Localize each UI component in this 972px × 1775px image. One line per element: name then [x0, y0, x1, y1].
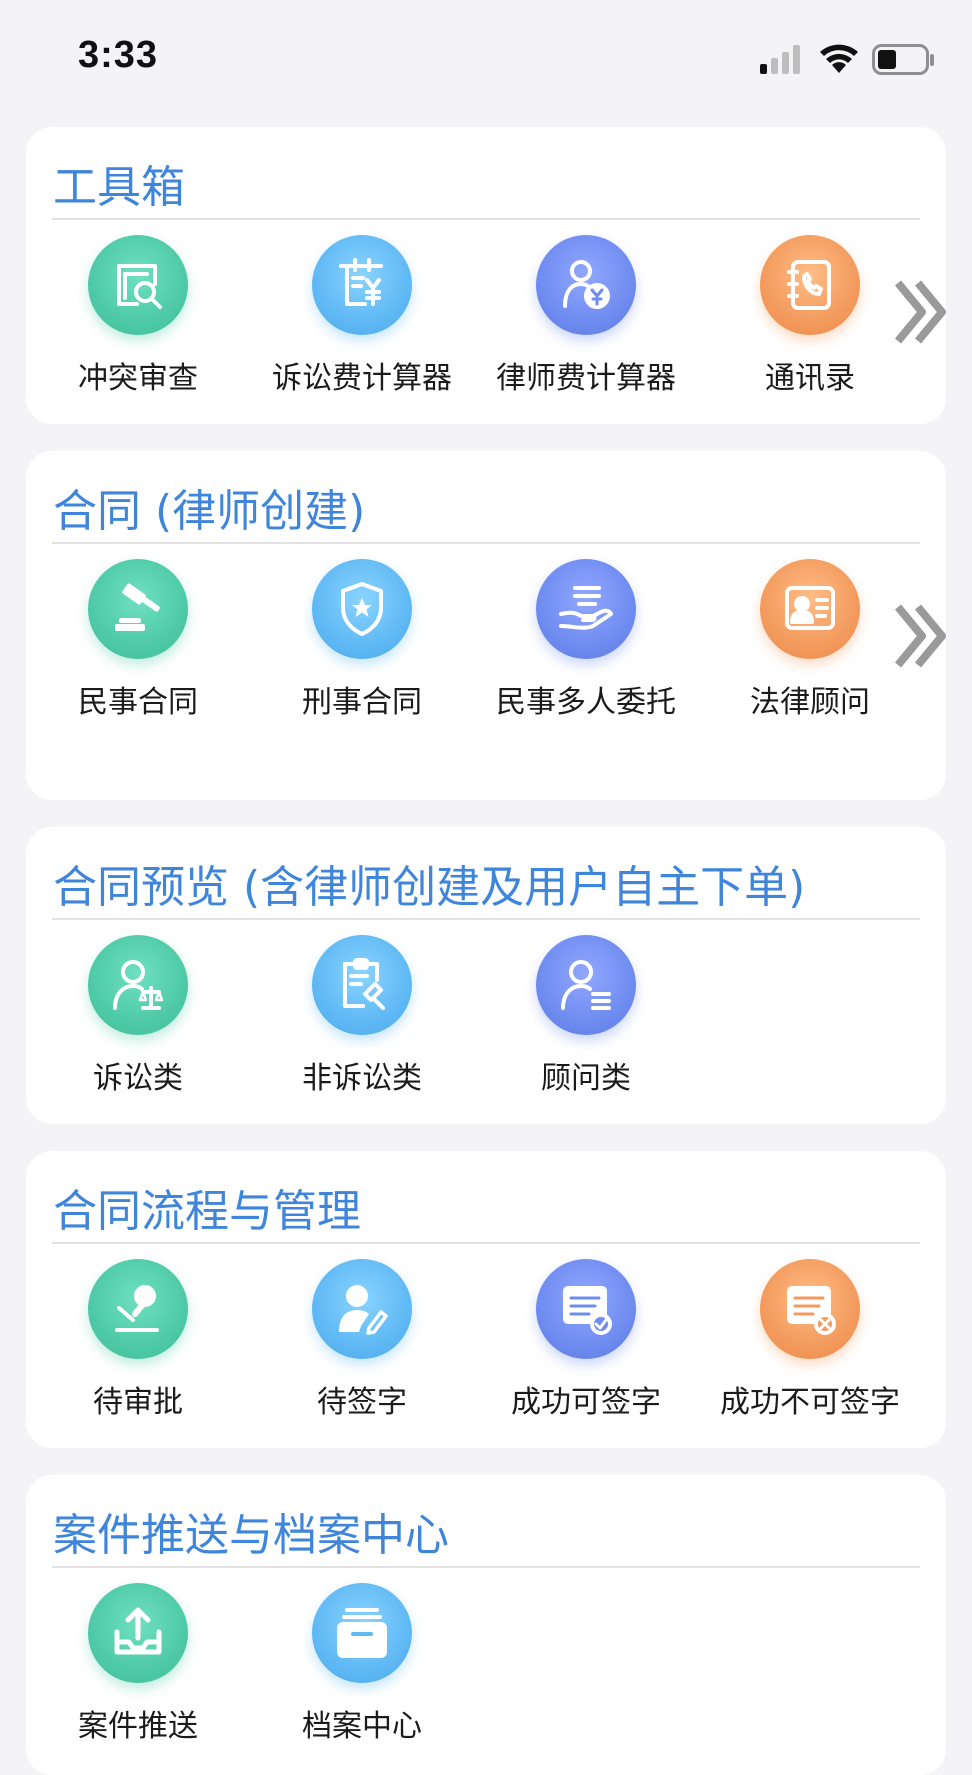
item-label: 诉讼类 [93, 1061, 183, 1096]
gavel-icon [88, 559, 188, 659]
item-label: 待签字 [317, 1385, 407, 1420]
item-label: 非诉讼类 [302, 1061, 422, 1096]
stamp-icon [88, 1259, 188, 1359]
battery-icon [872, 44, 934, 75]
conflict-check-button[interactable]: 冲突审查 [26, 235, 250, 405]
item-label: 法律顾问 [750, 685, 870, 720]
chevron-right-double-icon[interactable] [892, 277, 952, 347]
item-label: 案件推送 [78, 1709, 198, 1744]
cellular-signal-icon [760, 45, 800, 74]
lawyer-fee-calculator-button[interactable]: 律师费计算器 [474, 235, 698, 405]
document-check-icon [536, 1259, 636, 1359]
address-book-button[interactable]: 通讯录 [698, 235, 922, 405]
litigation-category-button[interactable]: 诉讼类 [26, 935, 250, 1105]
criminal-contract-button[interactable]: 刑事合同 [250, 559, 474, 729]
unsignable-success-button[interactable]: 成功不可签字 [698, 1259, 922, 1429]
item-label: 档案中心 [302, 1709, 422, 1744]
section-divider [52, 918, 920, 920]
signable-success-button[interactable]: 成功可签字 [474, 1259, 698, 1429]
pending-signature-button[interactable]: 待签字 [250, 1259, 474, 1429]
section-divider [52, 1566, 920, 1568]
advisor-category-button[interactable]: 顾问类 [474, 935, 698, 1105]
item-label: 通讯录 [765, 361, 855, 396]
civil-contract-button[interactable]: 民事合同 [26, 559, 250, 729]
item-label: 诉讼费计算器 [272, 361, 452, 396]
legal-advisor-button[interactable]: 法律顾问 [698, 559, 922, 729]
item-label: 民事多人委托 [496, 685, 676, 720]
section-contract-lawyer-created: 合同 (律师创建) 民事合同 刑事合同 民事多人委托 法律顾问 [26, 451, 946, 800]
item-label: 民事合同 [78, 685, 198, 720]
person-pen-icon [312, 1259, 412, 1359]
item-label: 刑事合同 [302, 685, 422, 720]
status-bar: 3:33 [0, 0, 972, 110]
status-time: 3:33 [78, 34, 159, 76]
section-contract-preview: 合同预览 (含律师创建及用户自主下单) 诉讼类 非诉讼类 顾问类 [26, 827, 946, 1124]
wifi-icon [820, 44, 858, 73]
civil-multi-delegation-button[interactable]: 民事多人委托 [474, 559, 698, 729]
clipboard-gavel-icon [312, 935, 412, 1035]
item-label: 顾问类 [541, 1061, 631, 1096]
section-title: 案件推送与档案中心 [53, 1510, 449, 1561]
section-case-push-archive: 案件推送与档案中心 案件推送 档案中心 [26, 1475, 946, 1775]
litigation-fee-calculator-button[interactable]: 诉讼费计算器 [250, 235, 474, 405]
shield-star-icon [312, 559, 412, 659]
conflict-check-icon [88, 235, 188, 335]
item-label: 成功可签字 [511, 1385, 661, 1420]
non-litigation-category-button[interactable]: 非诉讼类 [250, 935, 474, 1105]
archive-box-icon [312, 1583, 412, 1683]
item-label: 律师费计算器 [496, 361, 676, 396]
section-divider [52, 542, 920, 544]
lawyer-fee-calculator-icon [536, 235, 636, 335]
item-label: 待审批 [93, 1385, 183, 1420]
pending-approval-button[interactable]: 待审批 [26, 1259, 250, 1429]
section-title: 合同预览 (含律师创建及用户自主下单) [53, 862, 806, 913]
section-title: 合同流程与管理 [53, 1186, 361, 1237]
address-book-icon [760, 235, 860, 335]
section-divider [52, 1242, 920, 1244]
section-title: 工具箱 [53, 162, 185, 213]
section-divider [52, 218, 920, 220]
section-contract-workflow: 合同流程与管理 待审批 待签字 成功可签字 成功不可签字 [26, 1151, 946, 1448]
person-scale-icon [88, 935, 188, 1035]
item-label: 冲突审查 [78, 361, 198, 396]
id-card-icon [760, 559, 860, 659]
item-label: 成功不可签字 [720, 1385, 900, 1420]
litigation-fee-calculator-icon [312, 235, 412, 335]
upload-tray-icon [88, 1583, 188, 1683]
hand-document-icon [536, 559, 636, 659]
chevron-right-double-icon[interactable] [892, 601, 952, 671]
document-cross-icon [760, 1259, 860, 1359]
person-list-icon [536, 935, 636, 1035]
section-title: 合同 (律师创建) [53, 486, 366, 537]
section-toolbox: 工具箱 冲突审查 诉讼费计算器 律师费计算器 通讯录 [26, 127, 946, 424]
